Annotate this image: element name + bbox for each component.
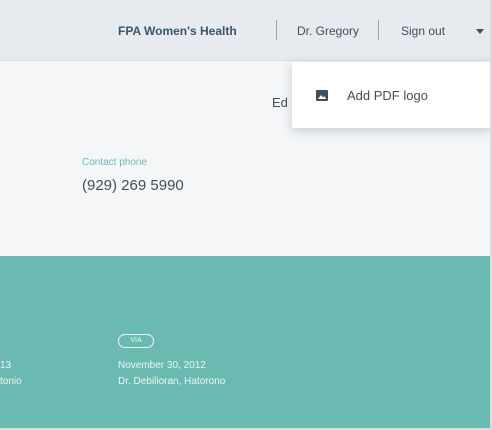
user-dropdown-menu: Add PDF logo <box>292 62 490 128</box>
contact-phone-value: (929) 269 5990 <box>82 177 184 194</box>
visit-doctor: Dr. Debilioran, Hatorono <box>118 376 226 387</box>
via-badge: VIA <box>118 334 154 348</box>
previous-visit-date: 13 <box>0 360 12 371</box>
user-name-link[interactable]: Dr. Gregory <box>297 24 359 38</box>
nav-divider <box>378 20 379 40</box>
add-pdf-logo-menu-item[interactable]: Add PDF logo <box>292 62 490 128</box>
visit-date: November 30, 2012 <box>118 360 206 371</box>
nav-divider <box>276 20 277 40</box>
app-window: FPA Women's Health Dr. Gregory Sign out … <box>0 0 492 430</box>
edit-link[interactable]: Ed <box>272 95 288 110</box>
top-navigation-bar: FPA Women's Health Dr. Gregory Sign out <box>0 0 490 61</box>
contact-phone-label: Contact phone <box>82 157 148 168</box>
add-pdf-logo-label: Add PDF logo <box>347 88 428 103</box>
image-icon <box>316 90 328 101</box>
sign-out-button[interactable]: Sign out <box>401 24 445 38</box>
visits-panel: 13 tonio VIA November 30, 2012 Dr. Debil… <box>0 256 490 428</box>
organization-link[interactable]: FPA Women's Health <box>118 24 237 38</box>
caret-down-icon[interactable] <box>476 29 484 34</box>
previous-visit-location: tonio <box>0 376 22 387</box>
